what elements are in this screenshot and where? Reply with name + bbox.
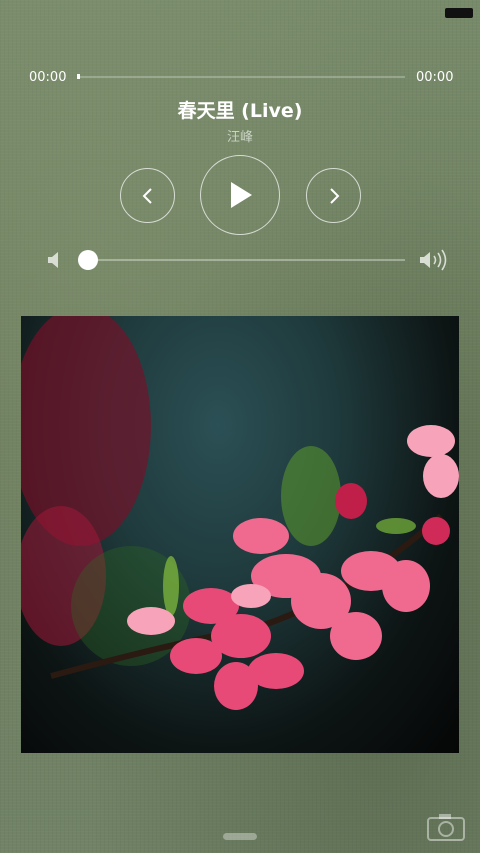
volume-handle[interactable] — [78, 250, 98, 270]
artist-name: 汪峰 — [226, 130, 253, 145]
play-icon — [231, 182, 252, 208]
home-indicator[interactable] — [223, 833, 257, 840]
play-button[interactable] — [200, 155, 280, 235]
camera-icon[interactable] — [426, 812, 466, 842]
chevron-left-icon — [142, 187, 152, 204]
battery-icon — [445, 8, 473, 18]
chevron-right-icon — [329, 187, 339, 204]
volume-low-icon — [48, 252, 58, 268]
previous-button[interactable] — [120, 168, 175, 223]
time-total: 00:00 — [416, 70, 454, 85]
seek-bar[interactable] — [78, 76, 405, 78]
album-art — [21, 316, 459, 753]
volume-high-icon — [420, 249, 447, 271]
next-button[interactable] — [306, 168, 361, 223]
song-title: 春天里 (Live) — [177, 100, 303, 122]
time-elapsed: 00:00 — [29, 70, 67, 85]
volume-slider[interactable] — [95, 259, 405, 261]
seek-handle[interactable] — [77, 74, 80, 79]
